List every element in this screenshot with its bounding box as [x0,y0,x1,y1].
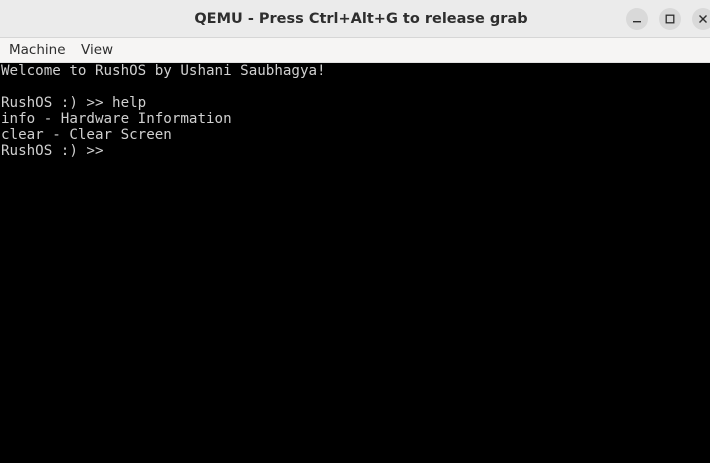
menu-bar: Machine View [0,38,710,63]
minimize-icon [633,21,641,23]
terminal-line-clear: clear - Clear Screen [1,127,172,143]
menu-view[interactable]: View [81,38,113,63]
window-title: QEMU - Press Ctrl+Alt+G to release grab [194,11,528,27]
vm-screen[interactable]: Welcome to RushOS by Ushani Saubhagya! R… [0,63,710,463]
terminal-line-help-command: RushOS :) >> help [1,95,147,111]
terminal-line-info: info - Hardware Information [1,111,232,127]
minimize-button[interactable] [626,8,648,30]
maximize-icon [665,14,675,24]
close-button[interactable] [692,8,710,30]
menu-machine[interactable]: Machine [9,38,66,63]
close-icon [699,15,707,23]
title-bar[interactable]: QEMU - Press Ctrl+Alt+G to release grab [0,0,710,38]
maximize-button[interactable] [659,8,681,30]
qemu-window: QEMU - Press Ctrl+Alt+G to release grab … [0,0,710,463]
terminal-line-welcome: Welcome to RushOS by Ushani Saubhagya! [1,63,326,79]
terminal-line-prompt: RushOS :) >> [1,143,104,159]
